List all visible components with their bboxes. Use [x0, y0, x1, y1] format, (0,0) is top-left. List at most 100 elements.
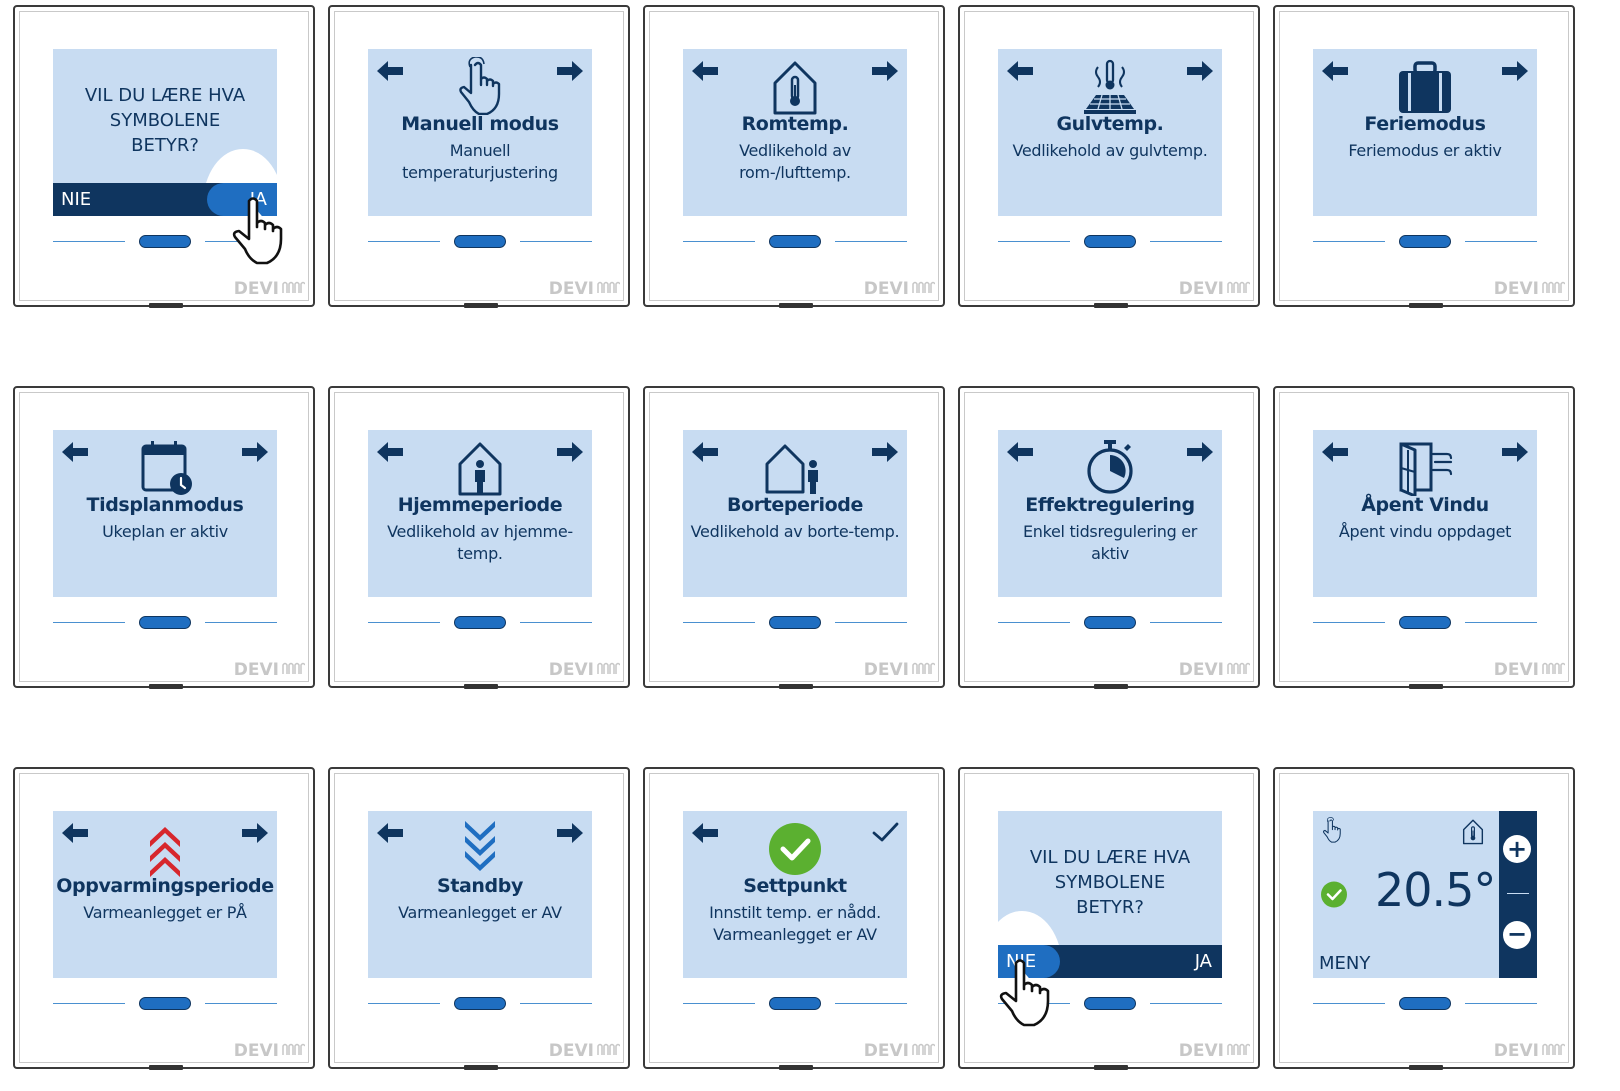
arrow-right-icon[interactable] — [1501, 59, 1529, 83]
arrow-left-icon[interactable] — [376, 440, 404, 464]
checkmark-icon[interactable] — [871, 821, 899, 845]
arrow-left-icon[interactable] — [1006, 59, 1034, 83]
thermostat-screen: 20.5° + − MENY — [1313, 811, 1537, 978]
thermostat-device: VIL DU LÆRE HVA SYMBOLENE BETYR?NIEJA DEV… — [13, 5, 315, 308]
minus-button[interactable]: − — [1503, 921, 1531, 949]
device-base — [1409, 1065, 1443, 1070]
pager-line — [683, 622, 755, 623]
arrow-right-icon[interactable] — [871, 59, 899, 83]
page-indicator — [998, 235, 1222, 249]
thermostat-device: Tidsplanmodus Ukeplan er aktiv DEVI — [13, 386, 315, 689]
arrow-left-icon[interactable] — [691, 440, 719, 464]
device-base — [1094, 684, 1128, 689]
devi-waves-icon — [911, 279, 936, 299]
arrow-right-icon[interactable] — [556, 59, 584, 83]
thermostat-device: Hjemmeperiode Vedlikehold av hjemme-temp.… — [328, 386, 630, 689]
pager-line — [1313, 241, 1385, 242]
thermostat-screen: Hjemmeperiode Vedlikehold av hjemme-temp. — [368, 430, 592, 597]
arrow-right-icon[interactable] — [871, 440, 899, 464]
arrow-right-icon[interactable] — [556, 440, 584, 464]
devi-waves-icon — [1226, 1041, 1251, 1061]
mode-subtitle: Åpent vindu oppdaget — [1338, 522, 1512, 541]
page-indicator — [368, 616, 592, 630]
device-base — [779, 303, 813, 308]
device-base — [464, 684, 498, 689]
devi-logo-text: DEVI — [233, 1041, 279, 1061]
room-thermometer-icon[interactable] — [1459, 817, 1487, 845]
pager-line — [368, 622, 440, 623]
pager-active-dot — [1084, 616, 1136, 629]
devi-logo: DEVI — [1494, 279, 1566, 299]
devi-logo-text: DEVI — [1493, 1041, 1539, 1061]
mode-subtitle: Enkel tidsregulering er aktiv — [1022, 522, 1198, 563]
pager-active-dot — [769, 997, 821, 1010]
pager-active-dot — [1399, 616, 1451, 629]
no-button[interactable]: NIE — [61, 189, 91, 210]
arrow-right-icon[interactable] — [241, 821, 269, 845]
device-base — [464, 303, 498, 308]
devi-waves-icon — [281, 1041, 306, 1061]
devi-waves-icon — [911, 1041, 936, 1061]
devi-waves-icon — [596, 1041, 621, 1061]
pager-active-dot — [769, 616, 821, 629]
divider — [1507, 893, 1529, 894]
away-house-icon — [765, 438, 825, 496]
pager-line — [1465, 1003, 1537, 1004]
pager-line — [683, 241, 755, 242]
devi-logo-text: DEVI — [1493, 660, 1539, 680]
plus-button[interactable]: + — [1503, 835, 1531, 863]
arrow-left-icon[interactable] — [1006, 440, 1034, 464]
touch-hand-icon — [998, 957, 1068, 1027]
mode-title: Tidsplanmodus — [86, 494, 244, 516]
page-indicator — [53, 997, 277, 1011]
devi-waves-icon — [911, 660, 936, 680]
pager-active-dot — [769, 235, 821, 248]
menu-button[interactable]: MENY — [1319, 953, 1370, 974]
room-thermometer-icon — [765, 57, 825, 115]
arrow-left-icon[interactable] — [61, 821, 89, 845]
pager-active-dot — [139, 616, 191, 629]
devi-logo-text: DEVI — [233, 660, 279, 680]
mode-subtitle: Ukeplan er aktiv — [102, 522, 228, 541]
yes-button[interactable]: JA — [1195, 951, 1212, 972]
arrow-left-icon[interactable] — [376, 59, 404, 83]
thermostat-screen: Åpent Vindu Åpent vindu oppdaget — [1313, 430, 1537, 597]
arrow-left-icon[interactable] — [691, 821, 719, 845]
arrow-left-icon[interactable] — [691, 59, 719, 83]
arrow-left-icon[interactable] — [1321, 440, 1349, 464]
mode-title: Borteperiode — [727, 494, 863, 516]
devi-waves-icon — [1226, 660, 1251, 680]
arrow-right-icon[interactable] — [1186, 59, 1214, 83]
devi-waves-icon — [1541, 1041, 1566, 1061]
devi-logo-text: DEVI — [233, 279, 279, 299]
arrow-right-icon[interactable] — [241, 440, 269, 464]
thermostat-screen: Borteperiode Vedlikehold av borte-temp. — [683, 430, 907, 597]
floor-heating-icon — [1080, 57, 1140, 115]
hand-icon — [450, 56, 510, 116]
thermostat-device: VIL DU LÆRE HVA SYMBOLENE BETYR?NIEJADEV… — [958, 767, 1260, 1070]
arrow-left-icon[interactable] — [1321, 59, 1349, 83]
devi-logo: DEVI — [233, 279, 306, 299]
devi-logo: DEVI — [864, 1041, 936, 1061]
pager-line — [1465, 622, 1537, 623]
thermostat-device: Standby Varmeanlegget er AV DEVI — [328, 767, 630, 1070]
arrow-left-icon[interactable] — [61, 440, 89, 464]
arrow-right-icon[interactable] — [1186, 440, 1214, 464]
device-base — [779, 684, 813, 689]
arrow-left-icon[interactable] — [376, 821, 404, 845]
page-indicator — [1313, 616, 1537, 630]
page-indicator — [683, 235, 907, 249]
thermostat-screen: VIL DU LÆRE HVA SYMBOLENE BETYR?NIEJA — [53, 49, 277, 216]
arrow-right-icon[interactable] — [556, 821, 584, 845]
suitcase-icon — [1395, 57, 1455, 115]
device-base — [779, 1065, 813, 1070]
page-indicator — [53, 616, 277, 630]
stopwatch-icon — [1080, 438, 1140, 496]
arrow-right-icon[interactable] — [1501, 440, 1529, 464]
pager-line — [53, 1003, 125, 1004]
devi-waves-icon — [596, 660, 621, 680]
pager-active-dot — [139, 997, 191, 1010]
hand-icon[interactable] — [1319, 817, 1345, 843]
pager-active-dot — [1399, 997, 1451, 1010]
pager-line — [53, 241, 125, 242]
